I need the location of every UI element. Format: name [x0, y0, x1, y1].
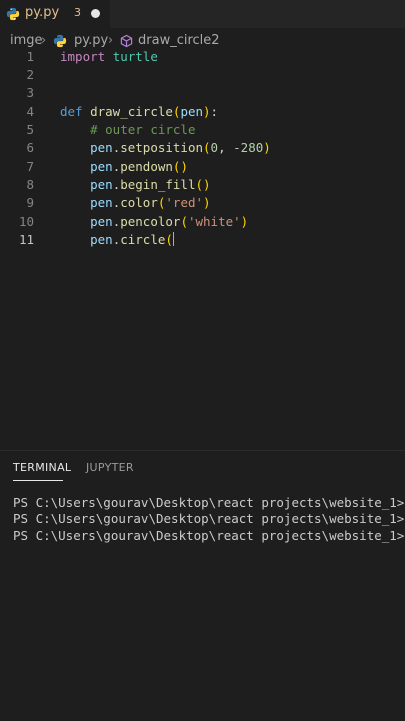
line-content: pen.pencolor('white'): [60, 214, 248, 229]
bottom-panel: TERMINAL JUPYTER PS C:\Users\gourav\Desk…: [0, 450, 405, 721]
text-cursor: [172, 232, 174, 246]
line-content: pen.setposition(0, -280): [60, 140, 271, 155]
line-content: pen.color('red'): [60, 195, 211, 210]
method-token: pencolor: [120, 214, 181, 229]
line-number: 9: [26, 195, 34, 210]
paren-token: (: [203, 140, 211, 155]
tab-jupyter[interactable]: JUPYTER: [86, 461, 134, 474]
line-content: def draw_circle(pen):: [60, 104, 218, 119]
terminal-line: PS C:\Users\gourav\Desktop\react project…: [13, 527, 405, 543]
tab-terminal[interactable]: TERMINAL: [13, 461, 71, 474]
object-token: pen: [90, 177, 113, 192]
code-line: 2: [0, 66, 405, 84]
paren-token: ): [180, 159, 188, 174]
method-token: setposition: [120, 140, 204, 155]
paren-token: ): [263, 140, 271, 155]
line-number: 5: [26, 122, 34, 137]
unsaved-dot-icon[interactable]: [91, 9, 100, 18]
object-token: pen: [90, 232, 113, 247]
paren-token: ): [203, 195, 211, 210]
tab-filename: py.py: [25, 5, 60, 20]
object-token: pen: [90, 140, 113, 155]
terminal-line: PS C:\Users\gourav\Desktop\react project…: [13, 495, 405, 511]
line-number: 1: [26, 49, 34, 64]
line-number: 2: [26, 67, 34, 82]
code-editor[interactable]: 1 import turtle 2 3 4 def draw_circle(pe…: [0, 48, 405, 448]
number-token: -280: [233, 140, 264, 155]
paren-token: ): [203, 104, 211, 119]
terminal-prompt: PS C:\Users\gourav\Desktop\react project…: [13, 495, 405, 510]
python-icon: [6, 7, 20, 21]
line-number: 8: [26, 177, 34, 192]
line-content: # outer circle: [60, 122, 195, 137]
breadcrumb-symbol[interactable]: draw_circle2: [138, 33, 220, 48]
code-line: 9 pen.color('red'): [0, 194, 405, 212]
chevron-right-icon: ›: [41, 33, 47, 48]
line-number: 7: [26, 159, 34, 174]
method-token: pendown: [120, 159, 173, 174]
paren-token: (: [195, 177, 204, 192]
terminal-prompt: PS C:\Users\gourav\Desktop\react project…: [13, 528, 405, 543]
python-icon: [53, 34, 67, 48]
code-line: 6 pen.setposition(0, -280): [0, 139, 405, 157]
paren-token: ): [240, 214, 249, 229]
number-token: 0: [210, 140, 219, 155]
module-token: turtle: [112, 49, 158, 64]
line-number: 10: [18, 214, 34, 229]
code-line: 8 pen.begin_fill(): [0, 176, 405, 194]
paren-token: (: [180, 214, 188, 229]
object-token: pen: [90, 214, 113, 229]
line-number: 6: [26, 140, 34, 155]
editor-tab-py[interactable]: py.py 3: [0, 0, 110, 28]
function-name-token: draw_circle: [90, 104, 173, 119]
method-token: circle: [120, 232, 166, 247]
line-content: pen.circle(: [60, 232, 174, 247]
code-line: 4 def draw_circle(pen):: [0, 103, 405, 121]
method-token: color: [120, 195, 158, 210]
terminal-output[interactable]: PS C:\Users\gourav\Desktop\react project…: [13, 495, 405, 543]
terminal-prompt: PS C:\Users\gourav\Desktop\react project…: [13, 511, 405, 526]
code-line: 1 import turtle: [0, 48, 405, 66]
tab-bar: py.py 3: [0, 0, 405, 28]
breadcrumb-file[interactable]: py.py: [74, 33, 108, 48]
problem-count-badge: 3: [74, 6, 81, 19]
line-content: pen.begin_fill(): [60, 177, 211, 192]
colon-token: :: [210, 104, 219, 119]
line-number: 3: [26, 85, 34, 100]
object-token: pen: [90, 195, 113, 210]
code-line: 10 pen.pencolor('white'): [0, 213, 405, 231]
paren-token: ): [203, 177, 211, 192]
chevron-right-icon: ›: [108, 33, 114, 48]
param-token: pen: [180, 104, 204, 119]
code-line: 7 pen.pendown(): [0, 158, 405, 176]
code-line: 3: [0, 84, 405, 102]
terminal-line: PS C:\Users\gourav\Desktop\react project…: [13, 511, 405, 527]
cube-icon: [120, 34, 133, 48]
paren-token: (: [165, 232, 173, 247]
active-tab-indicator: [13, 480, 63, 481]
line-content: pen.pendown(): [60, 159, 188, 174]
keyword-token: def: [60, 104, 83, 119]
breadcrumb-folder[interactable]: imge: [10, 33, 43, 48]
string-token: 'white': [187, 214, 241, 229]
keyword-token: import: [60, 49, 106, 64]
comment-token: # outer circle: [90, 122, 196, 137]
line-number: 11: [18, 232, 34, 247]
line-number: 4: [26, 104, 34, 119]
string-token: 'red': [165, 195, 204, 210]
separator-token: ,: [218, 140, 234, 155]
code-line: 5 # outer circle: [0, 121, 405, 139]
method-token: begin_fill: [120, 177, 196, 192]
object-token: pen: [90, 159, 113, 174]
code-line-active: 11 pen.circle(: [0, 231, 405, 249]
line-content: import turtle: [60, 49, 158, 64]
